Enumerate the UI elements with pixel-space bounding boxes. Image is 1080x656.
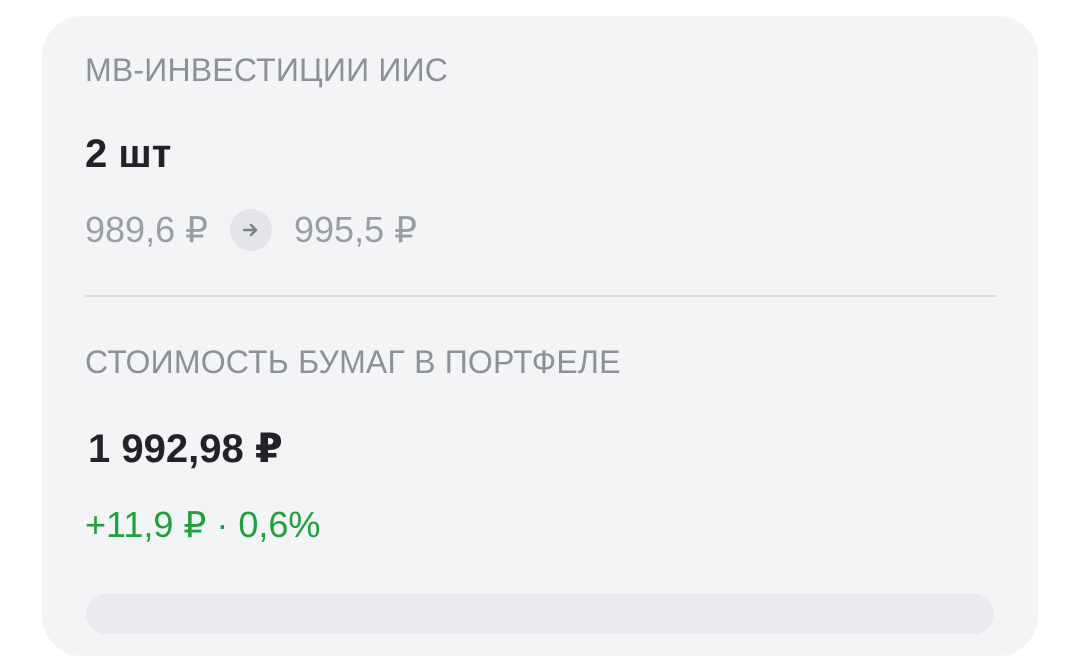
price-from: 989,6 ₽	[85, 209, 208, 250]
arrow-right-icon	[230, 209, 272, 251]
quantity: 2 шт	[85, 132, 172, 176]
security-name: МВ-ИНВЕСТИЦИИ ИИС	[85, 52, 449, 88]
portfolio-value: 1 992,98 ₽	[88, 427, 283, 471]
next-card[interactable]	[86, 594, 994, 634]
price-to: 995,5 ₽	[294, 209, 417, 250]
portfolio-value-label: СТОИМОСТЬ БУМАГ В ПОРТФЕЛЕ	[85, 344, 621, 380]
position-card	[42, 16, 1038, 656]
divider	[85, 295, 996, 297]
price-change-row: 989,6 ₽ 995,5 ₽	[85, 206, 417, 254]
portfolio-change: +11,9 ₽ · 0,6%	[85, 504, 321, 545]
